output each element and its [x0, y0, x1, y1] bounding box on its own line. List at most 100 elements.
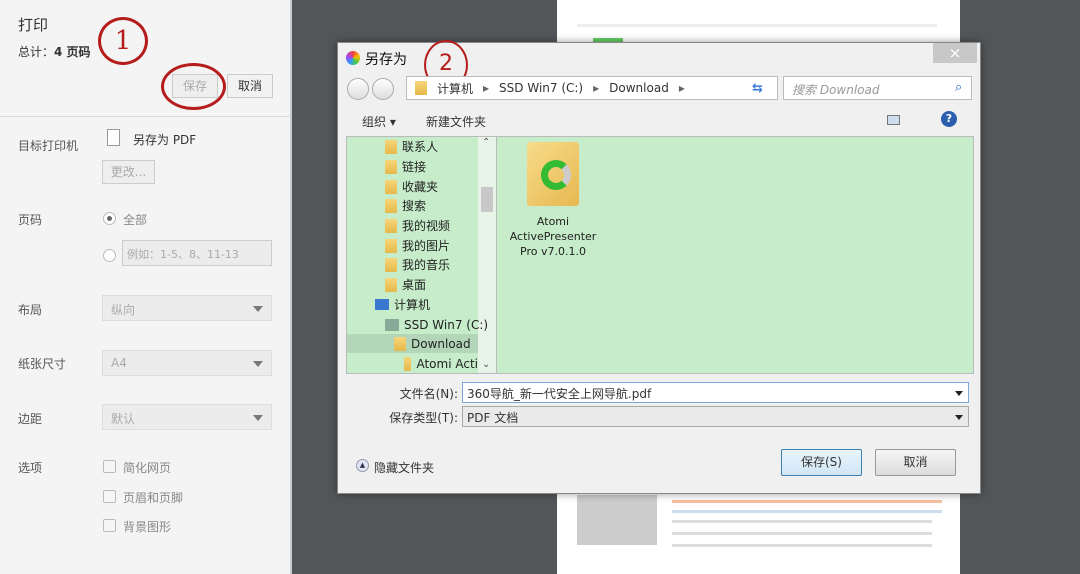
option-headers-footers: 页眉和页脚 [123, 491, 184, 505]
folder-icon [385, 198, 397, 213]
tree-item[interactable]: 收藏夹 [385, 177, 438, 196]
folder-icon [385, 159, 397, 174]
tree-scrollbar[interactable] [478, 137, 496, 373]
forward-button[interactable] [372, 78, 394, 100]
tree-item[interactable]: SSD Win7 (C:) [385, 315, 488, 334]
tree-label: Atomi Acti [416, 356, 478, 371]
tree-item[interactable]: 我的图片 [385, 236, 450, 255]
tree-item[interactable]: 桌面 [385, 275, 426, 294]
computer-icon [375, 299, 389, 310]
simplify-checkbox[interactable] [103, 460, 116, 473]
app-icon [346, 51, 360, 65]
tree-label: 桌面 [402, 278, 427, 292]
tree-label: SSD Win7 (C:) [404, 317, 489, 332]
filename-input[interactable]: 360导航_新一代安全上网导航.pdf [462, 382, 969, 403]
options-label: 选项 [18, 461, 43, 475]
tree-item[interactable]: 我的视频 [385, 216, 450, 235]
annotation-circle-save [161, 63, 226, 110]
save-as-dialog: 另存为 × 2 计算机 ▸ SSD Win7 (C:) ▸ Download ▸ ⇆ … [337, 40, 981, 494]
pages-input[interactable]: 例如：1-5、8、11-13 [122, 240, 272, 266]
total-label: 总计： [18, 45, 55, 59]
filename-label: 文件名(N): [399, 387, 458, 401]
annotation-number-1: 1 [114, 26, 132, 56]
tree-label: 收藏夹 [402, 180, 439, 194]
tree-label: 计算机 [394, 298, 431, 312]
folder-icon [385, 139, 397, 154]
new-folder-button[interactable]: 新建文件夹 [426, 113, 486, 130]
folder-icon [385, 257, 397, 272]
folder-icon [385, 277, 397, 292]
scroll-up-icon[interactable]: ⌃ [482, 137, 490, 148]
tree-label: 链接 [402, 160, 427, 174]
folder-icon [385, 179, 397, 194]
help-icon[interactable]: ? [941, 111, 957, 127]
annotation-circle-1: 1 [98, 17, 148, 65]
folder-icon [404, 356, 412, 371]
filetype-label: 保存类型(T): [389, 411, 458, 425]
background-graphics-checkbox[interactable] [103, 519, 116, 532]
tree-label: 我的视频 [402, 219, 451, 233]
address-bar[interactable]: 计算机 ▸ SSD Win7 (C:) ▸ Download ▸ [406, 76, 778, 100]
dialog-save-button[interactable]: 保存(S) [781, 449, 862, 476]
option-background-graphics: 背景图形 [123, 520, 172, 534]
tree-item[interactable]: 计算机 [375, 295, 430, 314]
tree-item-selected[interactable]: Download [347, 334, 478, 353]
search-input[interactable]: 搜索 Download [783, 76, 972, 100]
pages-label: 页码 [18, 213, 43, 227]
tree-label: Download [411, 336, 471, 351]
file-name-line: ActivePresenter [509, 230, 597, 243]
tree-item[interactable]: 我的音乐 [385, 255, 450, 274]
cancel-button[interactable]: 取消 [227, 74, 273, 98]
dialog-title: 另存为 [365, 52, 407, 68]
organize-menu[interactable]: 组织 ▾ [362, 113, 396, 130]
pages-all-radio[interactable] [103, 212, 116, 225]
tree-item[interactable]: 链接 [385, 157, 426, 176]
filetype-select[interactable]: PDF 文档 [462, 406, 969, 427]
tree-item[interactable]: 搜索 [385, 196, 426, 215]
breadcrumb-download[interactable]: Download [609, 81, 669, 95]
page-total: 总计：4 页码 [18, 43, 91, 60]
file-name-line: Pro v7.0.1.0 [520, 245, 586, 258]
back-button[interactable] [347, 78, 369, 100]
view-icon[interactable] [887, 115, 900, 125]
hide-folders-toggle[interactable]: 隐藏文件夹 [374, 459, 434, 476]
layout-select[interactable]: 纵向 [102, 295, 272, 321]
document-icon [107, 129, 120, 146]
drive-icon [385, 318, 399, 331]
headers-footers-checkbox[interactable] [103, 490, 116, 503]
breadcrumb-computer[interactable]: 计算机 [437, 80, 473, 97]
destination-label: 目标打印机 [18, 139, 79, 153]
breadcrumb-drive[interactable]: SSD Win7 (C:) [499, 81, 583, 95]
folder-icon [394, 336, 406, 351]
file-item[interactable]: Atomi ActivePresenter Pro v7.0.1.0 [503, 142, 603, 259]
change-destination-button[interactable]: 更改... [102, 160, 155, 184]
pages-custom-radio[interactable] [103, 249, 116, 262]
option-simplify: 简化网页 [123, 461, 172, 475]
tree-item[interactable]: 联系人 [385, 137, 438, 156]
tree-label: 联系人 [402, 140, 439, 154]
dialog-cancel-button[interactable]: 取消 [875, 449, 956, 476]
folder-icon [385, 218, 397, 233]
print-header: 打印 总计：4 页码 保存 取消 [0, 0, 290, 117]
collapse-icon[interactable]: ▲ [356, 459, 369, 472]
folder-icon [415, 81, 427, 95]
scroll-down-icon[interactable]: ⌄ [482, 359, 490, 370]
scrollbar-thumb[interactable] [481, 187, 493, 212]
browser-area: 联系人 链接 收藏夹 搜索 我的视频 我的图片 我的音乐 桌面 计算机 SSD … [346, 136, 974, 374]
paper-size-select[interactable]: A4 [102, 350, 272, 376]
paper-size-label: 纸张尺寸 [18, 357, 67, 371]
file-name-line: Atomi [536, 215, 570, 228]
tree-label: 我的音乐 [402, 258, 451, 272]
tree-item[interactable]: Atomi Acti [404, 354, 478, 373]
margin-select[interactable]: 默认 [102, 404, 272, 430]
search-icon[interactable]: ⌕ [955, 80, 962, 95]
pages-all-label: 全部 [123, 213, 148, 227]
tree-label: 搜索 [402, 199, 427, 213]
total-value: 4 页码 [54, 45, 91, 59]
print-title: 打印 [18, 16, 49, 34]
preview-thumbnail [577, 495, 657, 545]
close-button[interactable]: × [933, 43, 977, 63]
refresh-icon[interactable]: ⇆ [752, 81, 763, 96]
margin-label: 边距 [18, 412, 43, 426]
destination-value: 另存为 PDF [133, 133, 197, 147]
